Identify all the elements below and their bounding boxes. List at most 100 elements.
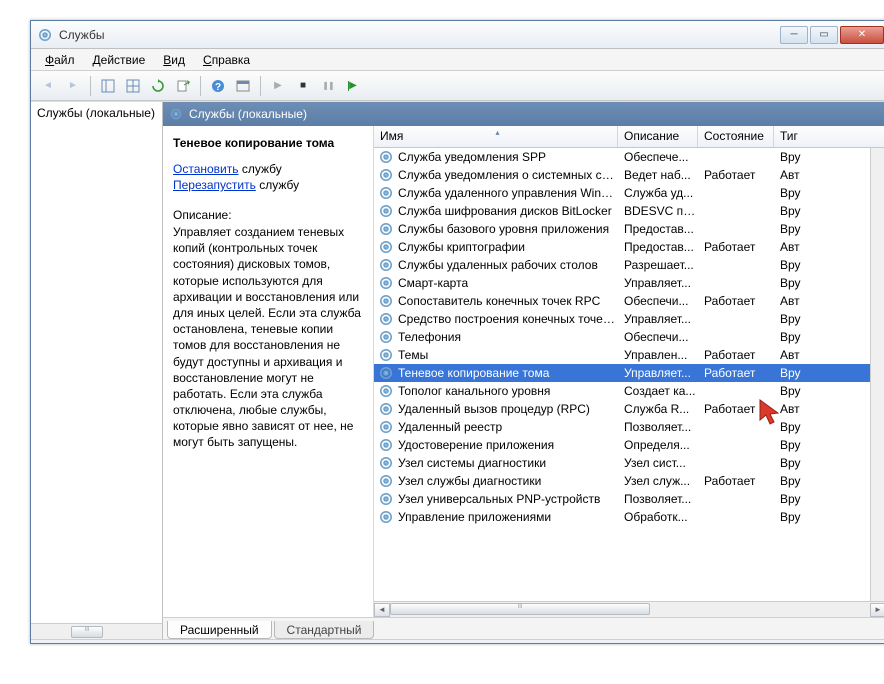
service-row[interactable]: ТелефонияОбеспечи...Вру [374, 328, 870, 346]
service-row[interactable]: Удаленный реестрПозволяет...Вру [374, 418, 870, 436]
col-type[interactable]: Тиг [774, 126, 884, 147]
service-icon [378, 455, 394, 471]
row-desc: Служба R... [618, 402, 698, 416]
service-row[interactable]: Узел универсальных PNP-устройствПозволяе… [374, 490, 870, 508]
title-bar[interactable]: Службы ─ ▭ ✕ [31, 21, 884, 49]
service-row[interactable]: Служба шифрования дисков BitLockerBDESVC… [374, 202, 870, 220]
service-row[interactable]: Узел службы диагностикиУзел служ...Работ… [374, 472, 870, 490]
help-button[interactable]: ? [207, 75, 229, 97]
tree-node-services[interactable]: Службы (локальные) [31, 102, 162, 124]
props-button[interactable] [232, 75, 254, 97]
toolbar-separator [90, 76, 91, 96]
col-name[interactable]: Имя▴ [374, 126, 618, 147]
row-name: Узел системы диагностики [398, 456, 618, 470]
maximize-button[interactable]: ▭ [810, 26, 838, 44]
main-header: Службы (локальные) [163, 102, 884, 126]
scroll-left-button[interactable]: ◄ [374, 603, 390, 617]
close-button[interactable]: ✕ [840, 26, 884, 44]
refresh-button[interactable] [147, 75, 169, 97]
row-desc: Обеспече... [618, 150, 698, 164]
tab-standard[interactable]: Стандартный [274, 621, 375, 639]
scroll-thumb[interactable]: lll [390, 603, 650, 615]
row-state: Работает [698, 366, 774, 380]
service-row[interactable]: Служба удаленного управления Windo...Слу… [374, 184, 870, 202]
body-area: Службы (локальные) lll Службы (локальные… [31, 101, 884, 639]
menu-action[interactable]: Действие [85, 51, 154, 69]
export-button[interactable] [172, 75, 194, 97]
tab-extended[interactable]: Расширенный [167, 621, 272, 639]
row-name: Удаленный реестр [398, 420, 618, 434]
show-hide-tree-button[interactable] [97, 75, 119, 97]
service-icon [378, 347, 394, 363]
service-row[interactable]: ТемыУправлен...РаботаетАвт [374, 346, 870, 364]
stop-suffix: службу [239, 162, 282, 176]
service-row[interactable]: Теневое копирование томаУправляет...Рабо… [374, 364, 870, 382]
content-area: Теневое копирование тома Остановить служ… [163, 126, 884, 617]
row-type: Вру [774, 312, 870, 326]
row-state: Работает [698, 240, 774, 254]
row-type: Вру [774, 438, 870, 452]
row-state: Работает [698, 294, 774, 308]
row-desc: Управляет... [618, 366, 698, 380]
nav-back-button[interactable] [37, 75, 59, 97]
service-row[interactable]: Узел системы диагностикиУзел сист...Вру [374, 454, 870, 472]
start-service-button[interactable] [267, 75, 289, 97]
rows-container: Служба уведомления SPPОбеспече...ВруСлуж… [374, 148, 870, 601]
row-type: Вру [774, 384, 870, 398]
service-row[interactable]: Службы базового уровня приложенияПредост… [374, 220, 870, 238]
row-name: Узел универсальных PNP-устройств [398, 492, 618, 506]
menu-view[interactable]: Вид [155, 51, 193, 69]
row-name: Узел службы диагностики [398, 474, 618, 488]
column-headers: Имя▴ Описание Состояние Тиг [374, 126, 884, 148]
service-row[interactable]: Службы удаленных рабочих столовРазрешает… [374, 256, 870, 274]
nav-forward-button[interactable] [62, 75, 84, 97]
row-name: Служба шифрования дисков BitLocker [398, 204, 618, 218]
row-name: Служба уведомления о системных соб... [398, 168, 618, 182]
main-header-title: Службы (локальные) [189, 107, 307, 121]
menu-file[interactable]: Файл [37, 51, 83, 69]
row-type: Вру [774, 186, 870, 200]
row-desc: Управлен... [618, 348, 698, 362]
service-row[interactable]: Удаленный вызов процедур (RPC)Служба R..… [374, 400, 870, 418]
service-icon [378, 239, 394, 255]
row-state: Работает [698, 168, 774, 182]
service-row[interactable]: Смарт-картаУправляет...Вру [374, 274, 870, 292]
col-state[interactable]: Состояние [698, 126, 774, 147]
services-icon [169, 107, 183, 121]
col-desc[interactable]: Описание [618, 126, 698, 147]
row-type: Вру [774, 366, 870, 380]
row-type: Вру [774, 474, 870, 488]
service-row[interactable]: Служба уведомления SPPОбеспече...Вру [374, 148, 870, 166]
row-name: Теневое копирование тома [398, 366, 618, 380]
service-row[interactable]: Тополог канального уровняСоздает ка...Вр… [374, 382, 870, 400]
window-icon [236, 79, 250, 93]
service-row[interactable]: Средство построения конечных точек ...Уп… [374, 310, 870, 328]
restart-link[interactable]: Перезапустить [173, 178, 256, 192]
service-row[interactable]: Служба уведомления о системных соб...Вед… [374, 166, 870, 184]
properties-button[interactable] [122, 75, 144, 97]
row-type: Вру [774, 456, 870, 470]
scroll-right-button[interactable]: ► [870, 603, 884, 617]
service-row[interactable]: Удостоверение приложенияОпределя...Вру [374, 436, 870, 454]
stop-link[interactable]: Остановить [173, 162, 239, 176]
service-icon [378, 257, 394, 273]
description-text: Управляет созданием теневых копий (контр… [173, 224, 363, 451]
service-row[interactable]: Сопоставитель конечных точек RPCОбеспечи… [374, 292, 870, 310]
service-icon [378, 419, 394, 435]
row-type: Вру [774, 204, 870, 218]
refresh-icon [151, 79, 165, 93]
menu-help[interactable]: Справка [195, 51, 258, 69]
service-row[interactable]: Службы криптографииПредостав...РаботаетА… [374, 238, 870, 256]
vertical-scrollbar[interactable] [870, 148, 884, 601]
row-name: Средство построения конечных точек ... [398, 312, 618, 326]
horizontal-scrollbar[interactable]: ◄ lll ► [374, 601, 884, 617]
stop-service-button[interactable] [292, 75, 314, 97]
minimize-button[interactable]: ─ [780, 26, 808, 44]
sidebar-hscroll[interactable]: lll [31, 623, 162, 639]
row-state: Работает [698, 402, 774, 416]
restart-service-button[interactable] [342, 75, 364, 97]
service-row[interactable]: Управление приложениямиОбработк...Вру [374, 508, 870, 526]
toolbar: ? [31, 71, 884, 101]
service-icon [378, 365, 394, 381]
pause-service-button[interactable] [317, 75, 339, 97]
